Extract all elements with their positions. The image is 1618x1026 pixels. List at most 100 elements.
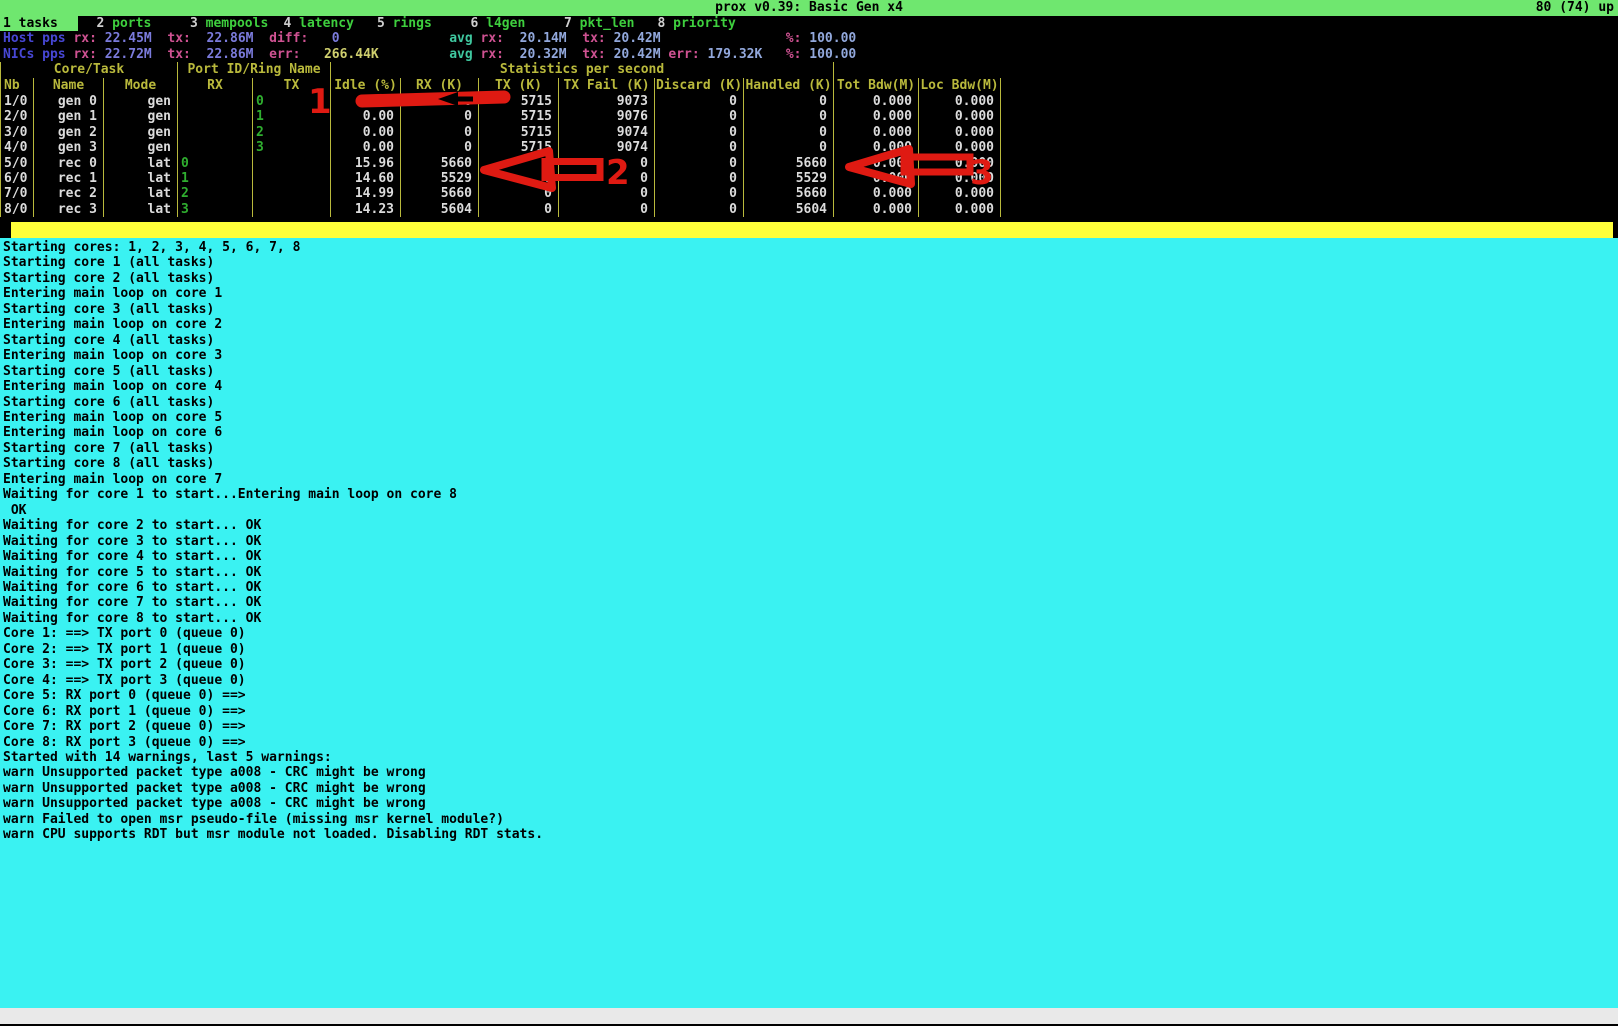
table-row: 1/0gen 0gen00.00057159073000.0000.000: [1, 94, 1001, 109]
stat-segment: rx:: [73, 47, 96, 62]
table-cell: 0.000: [919, 171, 1001, 186]
stat-segment: tx:: [167, 47, 190, 62]
tab-number: 8: [658, 16, 666, 31]
table-cell: 1/0: [1, 94, 34, 109]
table-cell: 0.000: [834, 171, 919, 186]
stat-segment: [661, 31, 786, 46]
log-line: Core 1: ==> TX port 0 (queue 0): [0, 626, 1618, 641]
table-row: 8/0rec 3lat314.23560400056040.0000.000: [1, 202, 1001, 217]
tab-1-tasks[interactable]: 1 tasks: [0, 16, 94, 32]
table-cell: 9074: [559, 125, 655, 140]
table-cell: gen: [104, 109, 178, 124]
stat-segment: 22.72M: [105, 47, 152, 62]
stat-segment: rx:: [73, 31, 96, 46]
table-cell: 8/0: [1, 202, 34, 217]
table-cell: lat: [104, 156, 178, 171]
status-bar: Enter 'help' or command, <ESC> or 'quit'…: [0, 1008, 1618, 1024]
prox-terminal: prox v0.39: Basic Gen x4 80 (74) up 1 ta…: [0, 0, 1618, 1026]
table-cell: 9073: [559, 94, 655, 109]
table-cell: [178, 125, 253, 140]
stat-segment: 22.86M: [207, 31, 254, 46]
table-cell: 0.000: [919, 156, 1001, 171]
table-cell: 2/0: [1, 109, 34, 124]
log-line: Starting core 1 (all tasks): [0, 255, 1618, 270]
stat-segment: [504, 47, 520, 62]
stat-segment: [97, 47, 105, 62]
stat-segment: [606, 31, 614, 46]
table-cell: 0: [655, 202, 744, 217]
table-cell: rec 3: [34, 202, 104, 217]
tab-8-priority[interactable]: 8 priority: [655, 16, 749, 32]
stat-segment: [504, 31, 520, 46]
table-cell: 0: [401, 109, 479, 124]
table-cell: 0.000: [834, 109, 919, 124]
log-line: Core 2: ==> TX port 1 (queue 0): [0, 642, 1618, 657]
table-cell: [253, 156, 331, 171]
tab-5-rings[interactable]: 5 rings: [374, 16, 468, 32]
stats-table: Core/TaskPort ID/Ring NameStatistics per…: [0, 62, 1001, 217]
table-cell: lat: [104, 186, 178, 201]
log-line: Starting core 4 (all tasks): [0, 333, 1618, 348]
tab-7-pkt_len[interactable]: 7 pkt_len: [561, 16, 655, 32]
stat-segment: [254, 31, 270, 46]
table-cell: 1: [178, 171, 253, 186]
tab-label: mempools: [206, 16, 269, 31]
table-cell: gen: [104, 140, 178, 155]
tab-label: pkt_len: [580, 16, 635, 31]
log-line: Entering main loop on core 1: [0, 286, 1618, 301]
table-row: 4/0gen 3gen30.00057159074000.0000.000: [1, 140, 1001, 155]
table-cell: 0.000: [834, 125, 919, 140]
table-cell: 5715: [479, 94, 559, 109]
table-cell: 2: [178, 186, 253, 201]
log-line: Entering main loop on core 3: [0, 348, 1618, 363]
tab-4-latency[interactable]: 4 latency: [281, 16, 375, 32]
table-cell: 0: [559, 156, 655, 171]
table-cell: 0: [401, 140, 479, 155]
table-cell: 0: [401, 94, 479, 109]
table-cell: 0: [655, 171, 744, 186]
stat-segment: 22.86M: [207, 47, 254, 62]
stat-segment: [762, 47, 785, 62]
tab-3-mempools[interactable]: 3 mempools: [187, 16, 281, 32]
table-cell: 0.000: [919, 109, 1001, 124]
log-line: Entering main loop on core 2: [0, 317, 1618, 332]
log-line: Entering main loop on core 6: [0, 425, 1618, 440]
stat-segment: [567, 47, 583, 62]
table-cell: 0.000: [919, 125, 1001, 140]
log-line: Core 8: RX port 3 (queue 0) ==>: [0, 735, 1618, 750]
tab-label: latency: [299, 16, 354, 31]
stat-segment: rx:: [481, 31, 504, 46]
table-cell: 5660: [401, 186, 479, 201]
pps-stats: Host pps rx: 22.45M tx: 22.86M diff: 0 a…: [0, 31, 1618, 62]
stat-segment: 20.42M: [614, 47, 661, 62]
log-line: Started with 14 warnings, last 5 warning…: [0, 750, 1618, 765]
table-cell: 5715: [479, 109, 559, 124]
table-cell: 0: [744, 109, 834, 124]
table-cell: [253, 202, 331, 217]
table-cell: lat: [104, 171, 178, 186]
tab-label: rings: [393, 16, 432, 31]
stat-segment: [254, 47, 270, 62]
stat-segment: %:: [786, 31, 802, 46]
table-cell: 14.23: [331, 202, 401, 217]
table-cell: 1: [253, 109, 331, 124]
table-cell: [178, 140, 253, 155]
table-cell: 0.000: [919, 140, 1001, 155]
table-cell: TX: [253, 78, 331, 94]
table-cell: [253, 186, 331, 201]
stat-segment: [97, 31, 105, 46]
stat-segment: 179.32K: [708, 47, 763, 62]
log-line: Waiting for core 5 to start... OK: [0, 565, 1618, 580]
table-cell: 0.00: [331, 125, 401, 140]
tab-6-l4gen[interactable]: 6 l4gen: [468, 16, 562, 32]
table-cell: 0.00: [331, 140, 401, 155]
table-cell: gen 0: [34, 94, 104, 109]
table-row: 6/0rec 1lat114.60552900055290.0000.000: [1, 171, 1001, 186]
table-cell: Core/Task: [1, 62, 178, 78]
table-cell: lat: [104, 202, 178, 217]
table-cell: 0: [559, 171, 655, 186]
table-cell: 0: [178, 156, 253, 171]
tab-2-ports[interactable]: 2 ports: [94, 16, 188, 32]
table-cell: gen: [104, 125, 178, 140]
table-cell: rec 0: [34, 156, 104, 171]
